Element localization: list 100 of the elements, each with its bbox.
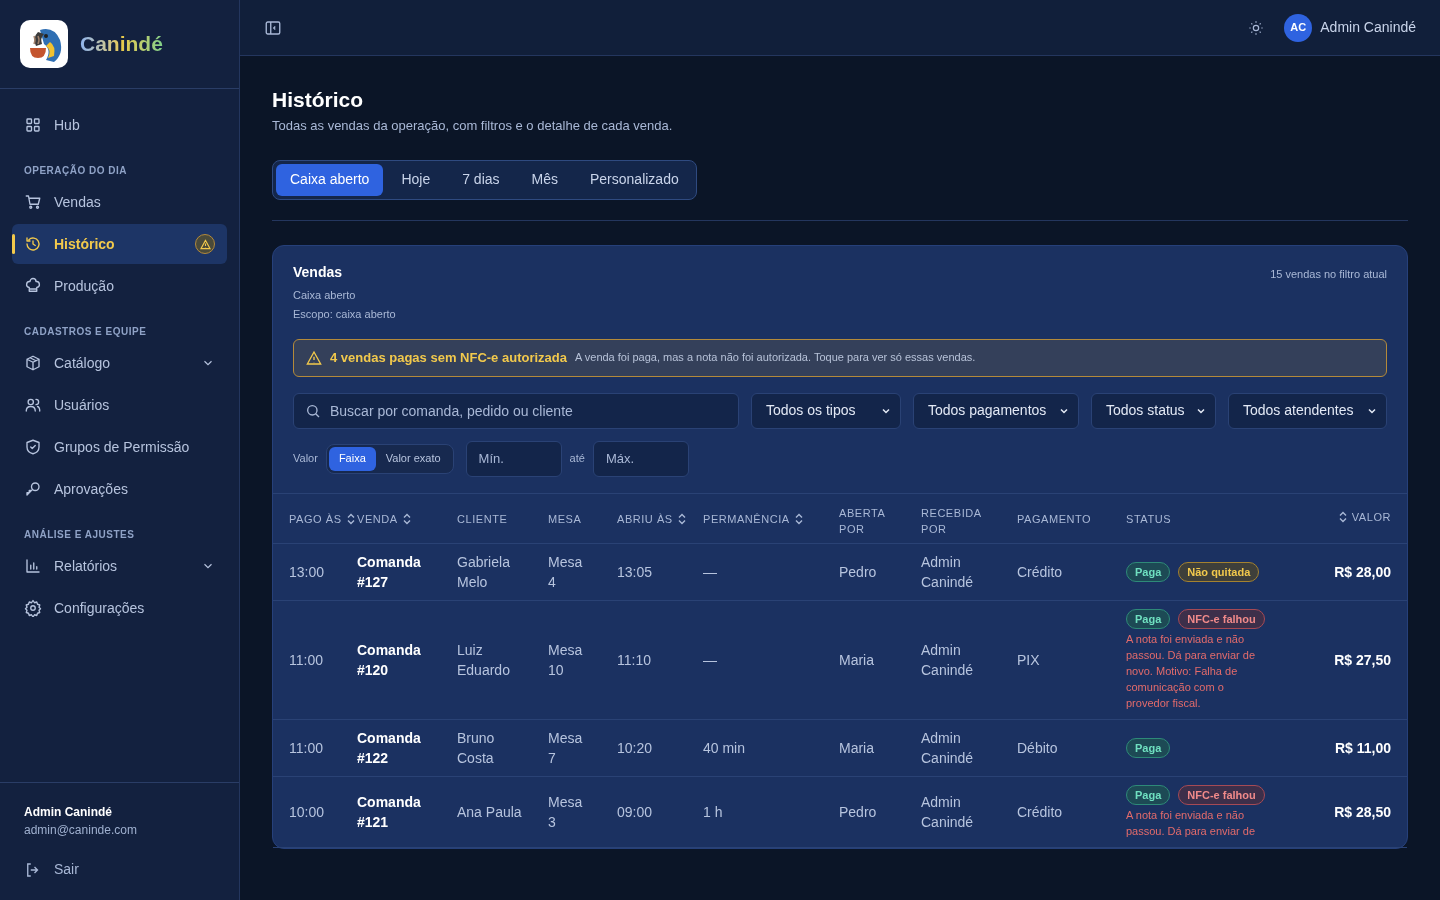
period-tab[interactable]: Mês (517, 163, 572, 196)
nav-item[interactable]: Relatórios (12, 546, 227, 586)
column-header[interactable]: ABRIU ÀS (617, 511, 687, 527)
table-cell-text: Admin Canindé (921, 728, 975, 768)
column-header[interactable]: PERMANÊNCIA (703, 511, 804, 527)
filter-select[interactable]: Todos pagamentos (913, 392, 1079, 429)
nav-item[interactable]: Hub (12, 105, 227, 145)
column-header[interactable]: VALOR (1337, 509, 1391, 525)
column-header: ABERTA POR (839, 505, 886, 537)
key-icon (24, 480, 42, 498)
nav-item[interactable]: Aprovações (12, 469, 227, 509)
bar-chart-icon (24, 557, 42, 575)
table-cell-text: Admin Canindé (921, 552, 975, 592)
shield-icon (24, 438, 42, 456)
nav-item[interactable]: Grupos de Permissão (12, 427, 227, 467)
status-badge: Paga (1126, 561, 1171, 582)
warning-icon (306, 349, 322, 366)
filter-select[interactable]: Todos atendentes (1228, 392, 1387, 429)
sale-link[interactable]: Comanda #121 (357, 791, 437, 832)
column-header: MESA (548, 512, 582, 527)
table-cell: 1 h (703, 803, 723, 820)
filter-select[interactable]: Todos os tipos (751, 392, 901, 429)
cart-icon (24, 193, 42, 211)
nav-item[interactable]: Configurações (12, 588, 227, 628)
users-icon (24, 396, 42, 414)
page-title: Histórico (272, 88, 364, 112)
user-name: Admin Canindé (24, 804, 113, 821)
status-badge: NFC-e falhou (1178, 608, 1265, 629)
table-cell: Maria (839, 739, 874, 756)
search-icon (305, 402, 321, 419)
status-badge: Paga (1126, 784, 1171, 805)
value-mode-option[interactable]: Faixa (328, 446, 376, 471)
table-cell: Maria (839, 651, 874, 668)
nav-item[interactable]: Vendas (12, 182, 227, 222)
nfce-alert[interactable]: 4 vendas pagas sem NFC-e autorizada A venda foi paga, mas a nota não foi autorizada. Toque para ver só essas vendas. (293, 338, 1387, 377)
table-cell: 10:20 (617, 739, 653, 756)
column-header: PAGAMENTO (1017, 512, 1092, 527)
theme-icon[interactable] (1248, 19, 1265, 36)
nav-item[interactable]: Usuários (12, 385, 227, 425)
table-cell: 11:00 (289, 739, 323, 756)
error-note: A nota foi enviada e não passou. Dá para enviar de (1126, 807, 1257, 839)
table-cell: Débito (1017, 739, 1058, 756)
value-mode-option[interactable]: Valor exato (375, 446, 451, 471)
column-header: STATUS (1126, 512, 1172, 527)
sale-link[interactable]: Comanda #122 (357, 727, 437, 768)
table-cell: R$ 28,50 (1334, 803, 1391, 820)
table-cell-text: Gabriela Melo (457, 552, 511, 592)
user-name[interactable]: Admin Canindé (1320, 17, 1416, 38)
grid-icon (24, 116, 42, 134)
user-email: admin@caninde.com (24, 822, 138, 839)
table-cell-text: Mesa 7 (548, 728, 584, 768)
table-cell-text: Ana Paula (457, 802, 522, 822)
history-icon (24, 235, 42, 253)
table-cell: Pedro (839, 563, 877, 580)
logout-link[interactable]: Sair (24, 859, 79, 880)
settings-icon (24, 599, 42, 617)
warning-badge-icon (195, 234, 215, 254)
table-cell-text: Admin Canindé (921, 792, 975, 832)
table-cell: 10:00 (289, 803, 325, 820)
table-cell: 13:05 (617, 563, 653, 580)
page-subtitle: Todas as vendas da operação, com filtros e o detalhe de cada venda. (272, 117, 674, 135)
status-badge: Paga (1126, 737, 1171, 758)
table-cell: 13:00 (289, 563, 325, 580)
value-label: Valor (293, 451, 318, 467)
nav-section-label: CADASTROS E EQUIPE (23, 325, 148, 339)
user-avatar[interactable]: AC (1284, 13, 1313, 42)
period-tab[interactable]: Caixa aberto (276, 163, 384, 196)
column-header[interactable]: PAGO ÀS (289, 511, 356, 527)
sale-link[interactable]: Comanda #120 (357, 639, 437, 680)
sort-icon (401, 513, 412, 525)
nav-item[interactable]: Catálogo (12, 343, 227, 383)
max-value-field[interactable]: Máx. (592, 440, 689, 477)
range-separator: até (569, 451, 585, 467)
nav-item[interactable]: Produção (12, 266, 227, 306)
status-badge: Paga (1126, 608, 1171, 629)
table-cell: Crédito (1017, 563, 1063, 580)
table-cell-text: Mesa 10 (548, 640, 584, 680)
table-cell: R$ 27,50 (1334, 651, 1391, 668)
card-subtitle: Caixa aberto (293, 287, 357, 303)
period-tab[interactable]: Hoje (387, 163, 445, 196)
table-cell-text: Mesa 3 (548, 792, 584, 832)
min-value-field[interactable]: Mín. (465, 440, 562, 477)
status-badge: Não quitada (1178, 561, 1260, 582)
parrot-logo-icon (20, 20, 68, 68)
nav-section-label: OPERAÇÃO DO DIA (23, 163, 129, 178)
table-cell: Pedro (839, 803, 877, 820)
filter-select[interactable]: Todos status (1091, 392, 1216, 429)
table-cell: 40 min (703, 739, 746, 756)
search-field[interactable]: Buscar por comanda, pedido ou cliente (293, 392, 739, 429)
sort-icon (1337, 511, 1348, 523)
column-header: RECEBIDA POR (921, 505, 981, 537)
sale-link[interactable]: Comanda #127 (357, 551, 437, 592)
nav-section-label: ANÁLISE E AJUSTES (23, 527, 136, 542)
table-cell-text: Admin Canindé (921, 640, 975, 680)
column-header[interactable]: VENDA (357, 511, 412, 527)
nav-item[interactable]: Histórico (12, 224, 227, 264)
period-tab[interactable]: Personalizado (576, 163, 693, 196)
table-cell-text: Luiz Eduardo (457, 640, 511, 680)
period-tab[interactable]: 7 dias (448, 163, 514, 196)
sidebar-toggle-icon[interactable] (264, 18, 282, 37)
